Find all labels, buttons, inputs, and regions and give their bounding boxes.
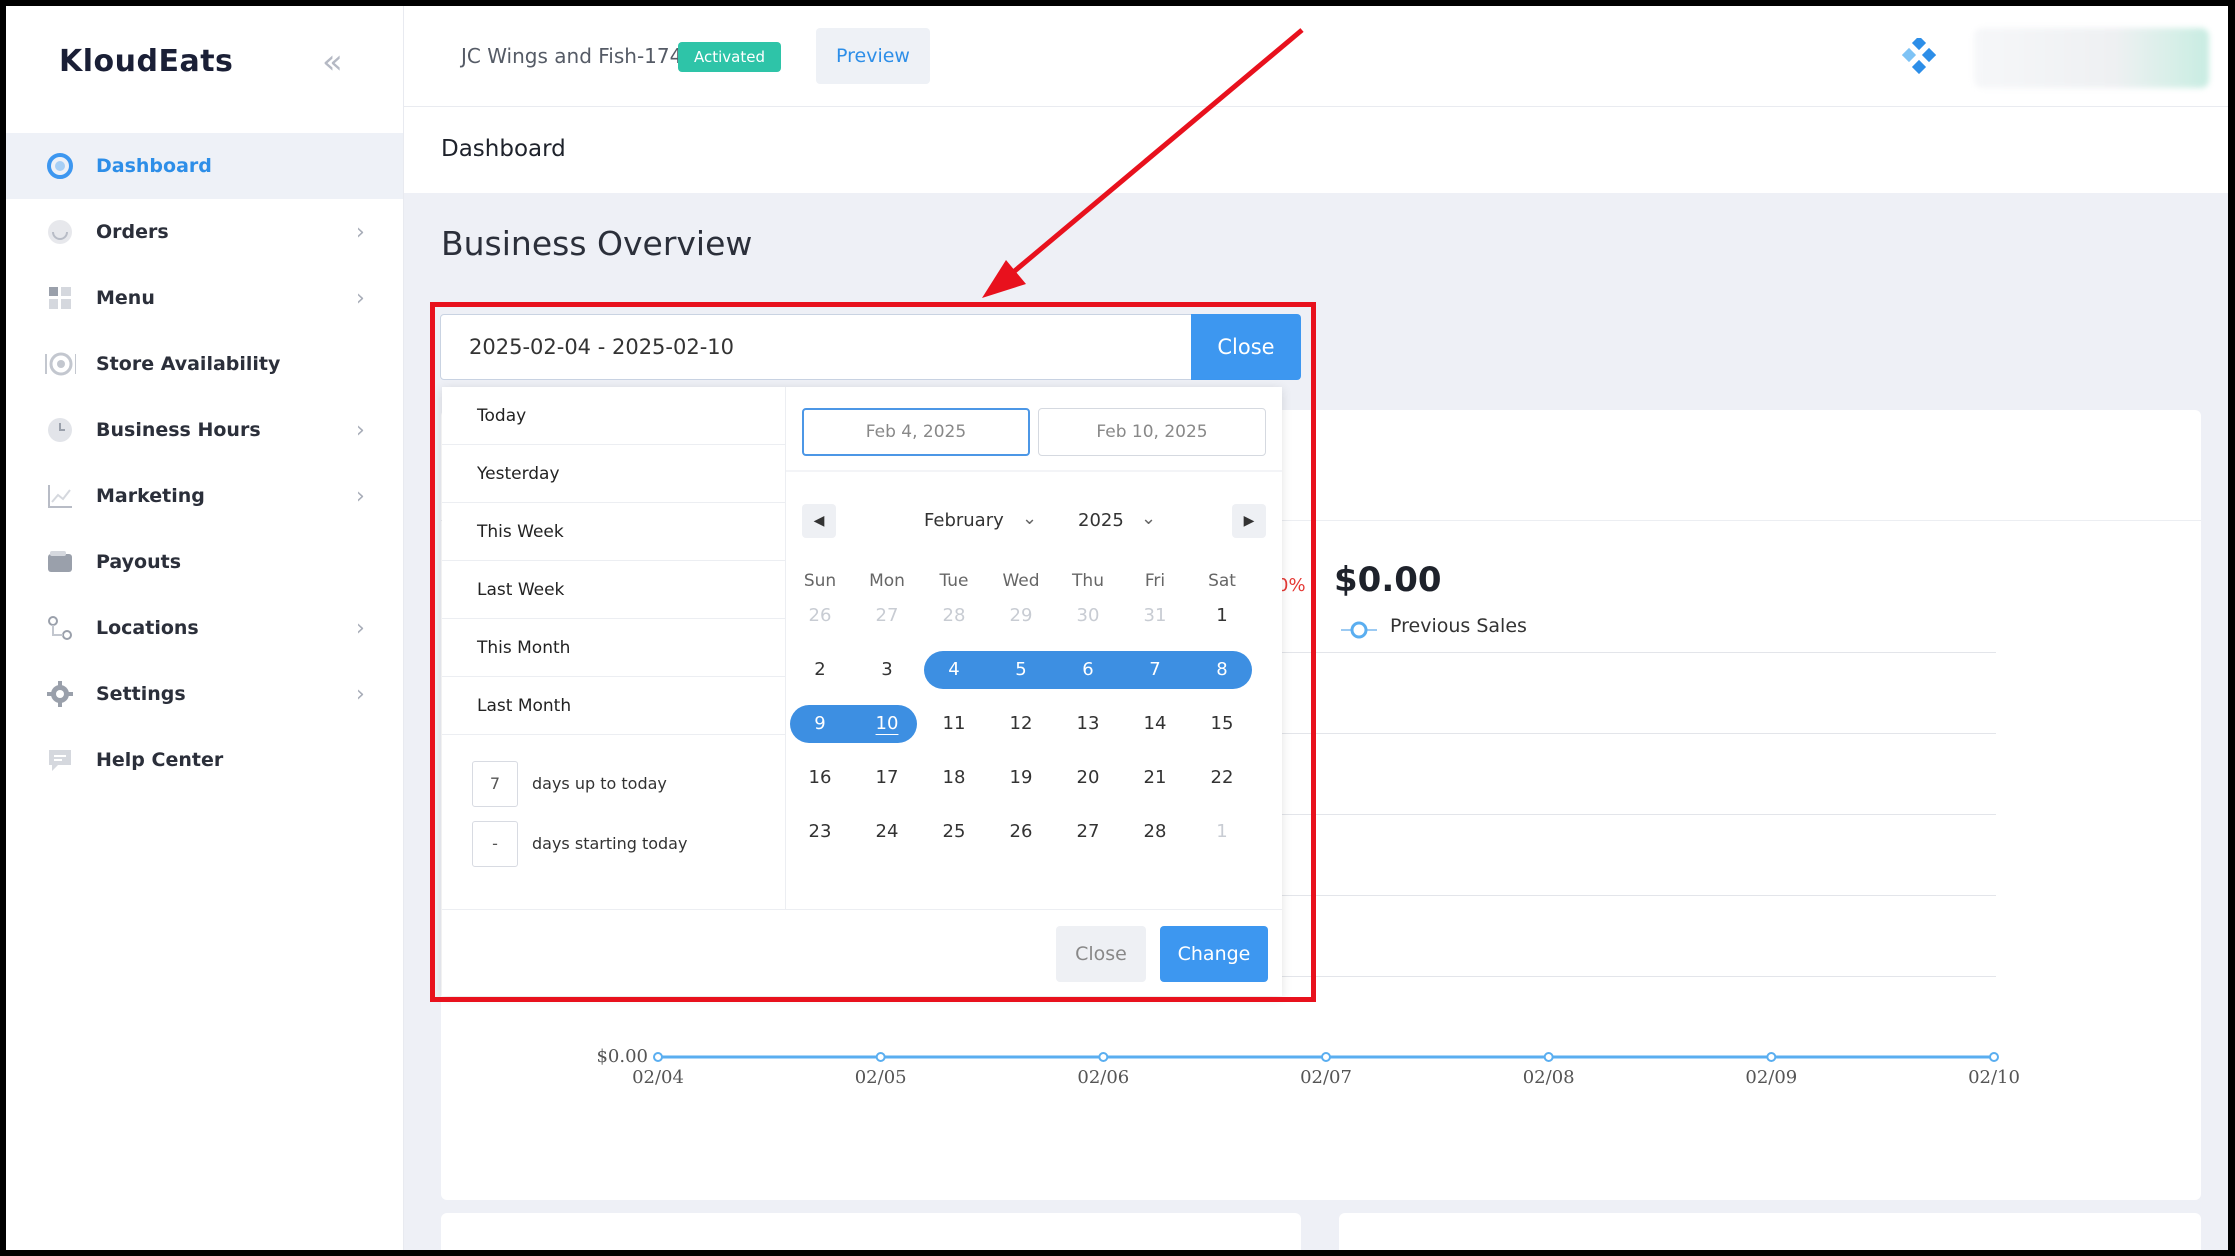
annotation-arrow-icon bbox=[982, 28, 1304, 298]
app-window: KloudEats « Dashboard Orders › Menu › Store A… bbox=[6, 6, 2228, 1250]
